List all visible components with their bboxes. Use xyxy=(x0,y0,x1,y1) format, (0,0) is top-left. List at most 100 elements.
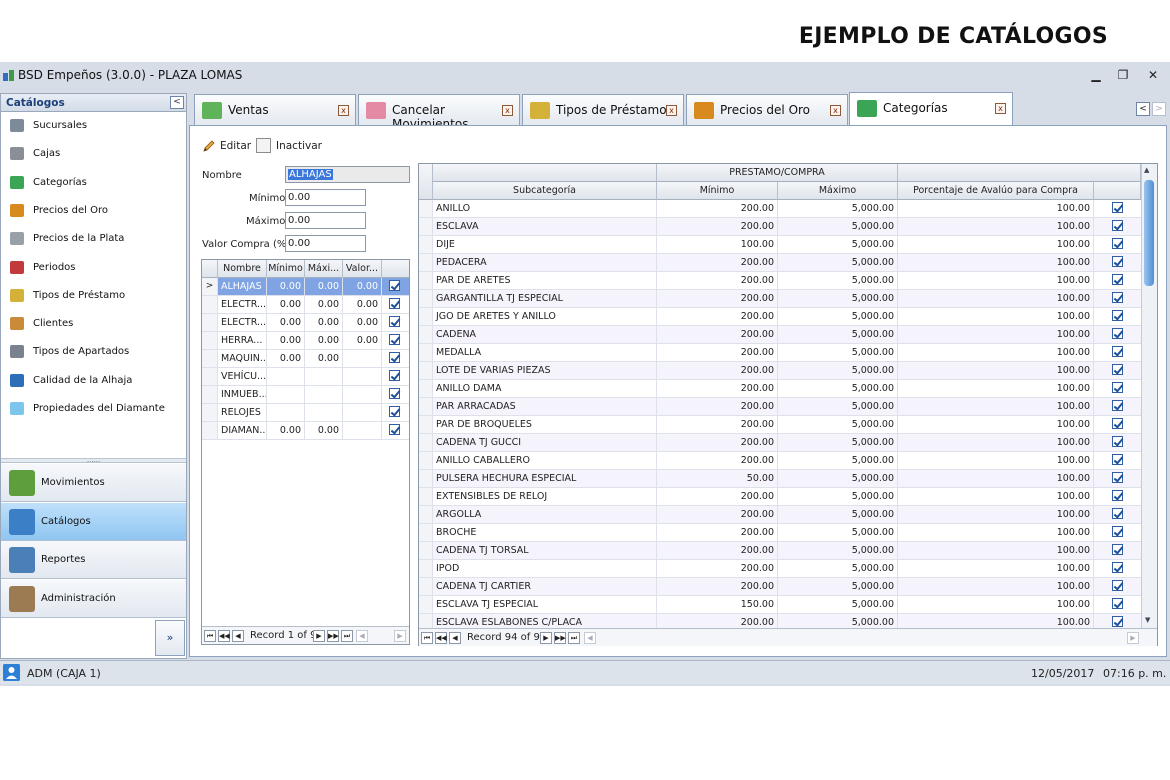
nav-section-2[interactable]: Reportes xyxy=(1,541,186,580)
maximo-field[interactable]: 0.00 xyxy=(285,212,366,229)
tab-close-button[interactable]: x xyxy=(338,105,349,116)
nav-item-1[interactable]: Cajas xyxy=(1,141,186,167)
table-row[interactable]: JGO DE ARETES Y ANILLO 200.00 5,000.00 100.… xyxy=(419,308,1141,326)
active-checkbox[interactable] xyxy=(1112,490,1123,501)
active-checkbox[interactable] xyxy=(1112,436,1123,447)
valor-compra-field[interactable]: 0.00 xyxy=(285,235,366,252)
tab-1[interactable]: Cancelar Movimientos x xyxy=(358,94,520,131)
table-row[interactable]: PEDACERA 200.00 5,000.00 100.00 xyxy=(419,254,1141,272)
first-record-button[interactable]: ⏮ xyxy=(421,632,433,644)
scroll-left-button[interactable]: ◀ xyxy=(356,630,368,642)
table-row[interactable]: PAR DE BROQUELES 200.00 5,000.00 100.00 xyxy=(419,416,1141,434)
active-checkbox[interactable] xyxy=(1112,544,1123,555)
nav-item-7[interactable]: Clientes xyxy=(1,311,186,337)
nav-section-3[interactable]: Administración xyxy=(1,580,186,619)
active-checkbox[interactable] xyxy=(1112,292,1123,303)
active-checkbox[interactable] xyxy=(389,388,400,399)
active-checkbox[interactable] xyxy=(389,370,400,381)
table-row[interactable]: BROCHE 200.00 5,000.00 100.00 xyxy=(419,524,1141,542)
table-row[interactable]: CADENA TJ TORSAL 200.00 5,000.00 100.00 xyxy=(419,542,1141,560)
edit-button[interactable]: Editar xyxy=(202,136,252,156)
active-checkbox[interactable] xyxy=(1112,346,1123,357)
active-checkbox[interactable] xyxy=(389,424,400,435)
active-checkbox[interactable] xyxy=(1112,472,1123,483)
table-row[interactable]: ESCLAVA 200.00 5,000.00 100.00 xyxy=(419,218,1141,236)
prev-record-button[interactable]: ◀ xyxy=(449,632,461,644)
first-record-button[interactable]: ⏮ xyxy=(204,630,216,642)
tab-3[interactable]: Precios del Oro x xyxy=(686,94,848,125)
nav-item-3[interactable]: Precios del Oro xyxy=(1,198,186,224)
table-row[interactable]: > ALHAJAS 0.00 0.00 0.00 xyxy=(202,278,409,296)
active-checkbox[interactable] xyxy=(1112,202,1123,213)
table-row[interactable]: LOTE DE VARIAS PIEZAS 200.00 5,000.00 100.0… xyxy=(419,362,1141,380)
table-row[interactable]: PAR ARRACADAS 200.00 5,000.00 100.00 xyxy=(419,398,1141,416)
active-checkbox[interactable] xyxy=(1112,562,1123,573)
last-record-button[interactable]: ⏭ xyxy=(341,630,353,642)
active-checkbox[interactable] xyxy=(1112,238,1123,249)
minimo-field[interactable]: 0.00 xyxy=(285,189,366,206)
active-checkbox[interactable] xyxy=(1112,364,1123,375)
active-checkbox[interactable] xyxy=(389,352,400,363)
tab-scroll-right-button[interactable]: > xyxy=(1152,102,1166,116)
tab-close-button[interactable]: x xyxy=(666,105,677,116)
active-checkbox[interactable] xyxy=(1112,400,1123,411)
tab-0[interactable]: Ventas x xyxy=(194,94,356,125)
nav-item-10[interactable]: Propiedades del Diamante xyxy=(1,396,186,422)
table-row[interactable]: DIJE 100.00 5,000.00 100.00 xyxy=(419,236,1141,254)
scroll-up-button[interactable]: ▲ xyxy=(1144,166,1149,174)
nav-section-1[interactable]: Catálogos xyxy=(1,502,186,541)
scroll-down-button[interactable]: ▼ xyxy=(1145,616,1150,624)
table-row[interactable]: ARGOLLA 200.00 5,000.00 100.00 xyxy=(419,506,1141,524)
active-checkbox[interactable] xyxy=(1112,526,1123,537)
tab-close-button[interactable]: x xyxy=(502,105,513,116)
active-checkbox[interactable] xyxy=(389,334,400,345)
header-minimo[interactable]: Mínimo xyxy=(657,182,778,200)
table-row[interactable]: CADENA 200.00 5,000.00 100.00 xyxy=(419,326,1141,344)
minimize-button[interactable]: ▁ xyxy=(1085,66,1107,84)
nav-item-0[interactable]: Sucursales xyxy=(1,113,186,139)
active-checkbox[interactable] xyxy=(1112,220,1123,231)
table-row[interactable]: VEHÍCU... xyxy=(202,368,409,386)
active-checkbox[interactable] xyxy=(1112,418,1123,429)
active-checkbox[interactable] xyxy=(1112,616,1123,627)
header-valor[interactable]: Valor... xyxy=(343,260,382,278)
restore-button[interactable]: ❐ xyxy=(1112,66,1134,84)
last-record-button[interactable]: ⏭ xyxy=(568,632,580,644)
header-active[interactable] xyxy=(382,260,409,278)
nav-splitter[interactable]: ...... xyxy=(1,457,186,464)
tab-scroll-left-button[interactable]: < xyxy=(1136,102,1150,116)
table-row[interactable]: ANILLO DAMA 200.00 5,000.00 100.00 xyxy=(419,380,1141,398)
active-checkbox[interactable] xyxy=(389,280,400,291)
tab-4[interactable]: Categorías x xyxy=(849,92,1013,125)
next-record-button[interactable]: ▶ xyxy=(540,632,552,644)
table-row[interactable]: EXTENSIBLES DE RELOJ 200.00 5,000.00 100.00 xyxy=(419,488,1141,506)
table-row[interactable]: CADENA TJ GUCCI 200.00 5,000.00 100.00 xyxy=(419,434,1141,452)
active-checkbox[interactable] xyxy=(1112,508,1123,519)
nombre-field[interactable]: ALHAJAS xyxy=(285,166,410,183)
table-row[interactable]: ESCLAVA TJ ESPECIAL 150.00 5,000.00 100.00 xyxy=(419,596,1141,614)
tab-2[interactable]: Tipos de Préstamo x xyxy=(522,94,684,125)
active-checkbox[interactable] xyxy=(1112,580,1123,591)
nav-section-0[interactable]: Movimientos xyxy=(1,464,186,502)
active-checkbox[interactable] xyxy=(1112,274,1123,285)
nav-item-9[interactable]: Calidad de la Alhaja xyxy=(1,368,186,394)
header-subcategoria[interactable]: Subcategoría xyxy=(433,182,657,200)
tab-close-button[interactable]: x xyxy=(995,103,1006,114)
nav-item-8[interactable]: Tipos de Apartados xyxy=(1,339,186,365)
nav-collapse-button[interactable]: < xyxy=(170,96,184,109)
header-porcentaje[interactable]: Porcentaje de Avalúo para Compra xyxy=(898,182,1094,200)
table-row[interactable]: HERRA... 0.00 0.00 0.00 xyxy=(202,332,409,350)
prev-page-button[interactable]: ◀◀ xyxy=(218,630,230,642)
prev-record-button[interactable]: ◀ xyxy=(232,630,244,642)
prev-page-button[interactable]: ◀◀ xyxy=(435,632,447,644)
active-checkbox[interactable] xyxy=(389,406,400,417)
active-checkbox[interactable] xyxy=(1112,454,1123,465)
active-checkbox[interactable] xyxy=(1112,382,1123,393)
table-row[interactable]: ELECTR... 0.00 0.00 0.00 xyxy=(202,296,409,314)
next-page-button[interactable]: ▶▶ xyxy=(327,630,339,642)
close-window-button[interactable]: ✕ xyxy=(1142,66,1164,84)
scroll-right-button[interactable]: ▶ xyxy=(1127,632,1139,644)
table-row[interactable]: MAQUIN... 0.00 0.00 xyxy=(202,350,409,368)
active-checkbox[interactable] xyxy=(389,298,400,309)
active-checkbox[interactable] xyxy=(389,316,400,327)
